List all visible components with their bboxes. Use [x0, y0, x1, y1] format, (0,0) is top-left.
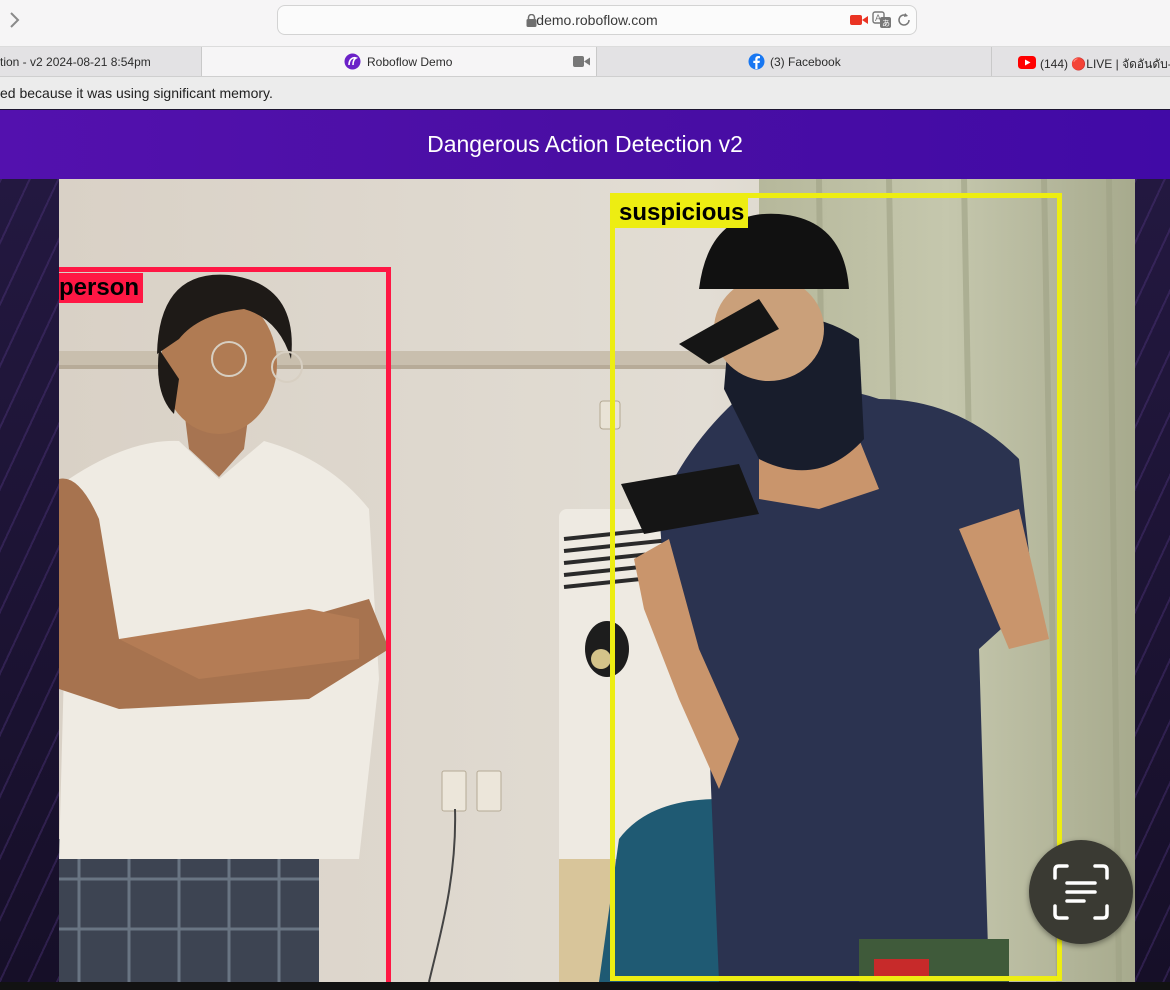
camera-recording-icon[interactable]: [850, 14, 868, 26]
memory-warning-text: ed because it was using significant memo…: [0, 85, 273, 101]
url-text: demo.roboflow.com: [536, 12, 658, 28]
roboflow-logo-icon: [344, 53, 361, 70]
video-camera-icon[interactable]: [573, 56, 591, 67]
svg-text:あ: あ: [882, 19, 890, 28]
camera-video-feed: person suspicious: [59, 179, 1135, 982]
detection-box-person: [59, 267, 391, 982]
reload-icon[interactable]: [896, 12, 912, 28]
background-pattern-right: [1135, 179, 1170, 982]
detection-box-suspicious: [610, 193, 1062, 981]
tab-bar: tion - v2 2024-08-21 8:54pm Roboflow Dem…: [0, 47, 1170, 77]
address-bar[interactable]: demo.roboflow.com A あ: [277, 5, 917, 35]
background-pattern-left: [0, 179, 59, 982]
chevron-right-icon[interactable]: [6, 8, 24, 32]
translate-icon[interactable]: A あ: [872, 11, 892, 29]
tab-label: tion - v2 2024-08-21 8:54pm: [0, 55, 151, 69]
detection-label-suspicious: suspicious: [615, 198, 749, 228]
page-title: Dangerous Action Detection v2: [427, 131, 743, 157]
page-header: Dangerous Action Detection v2: [0, 110, 1170, 179]
tab-facebook[interactable]: (3) Facebook: [597, 47, 992, 76]
bottom-strip: [0, 982, 1170, 990]
browser-toolbar: demo.roboflow.com A あ: [0, 0, 1170, 47]
youtube-icon: [1018, 56, 1036, 69]
tab-label: Roboflow Demo: [367, 55, 453, 69]
scan-text-icon: [1053, 864, 1109, 920]
tab-label: (144) 🔴LIVE | จัดอันดับ-โ: [1040, 57, 1170, 71]
tab-roboflow-demo[interactable]: Roboflow Demo: [202, 47, 597, 76]
tab-label: (3) Facebook: [770, 55, 841, 69]
facebook-icon: [748, 53, 765, 70]
memory-warning-bar: ed because it was using significant memo…: [0, 77, 1170, 109]
tab-detection-v2[interactable]: tion - v2 2024-08-21 8:54pm: [0, 47, 202, 76]
tab-youtube-live[interactable]: (144) 🔴LIVE | จัดอันดับ-โ: [992, 47, 1170, 76]
scan-text-button[interactable]: [1029, 840, 1133, 944]
detection-label-person: person: [59, 273, 144, 303]
